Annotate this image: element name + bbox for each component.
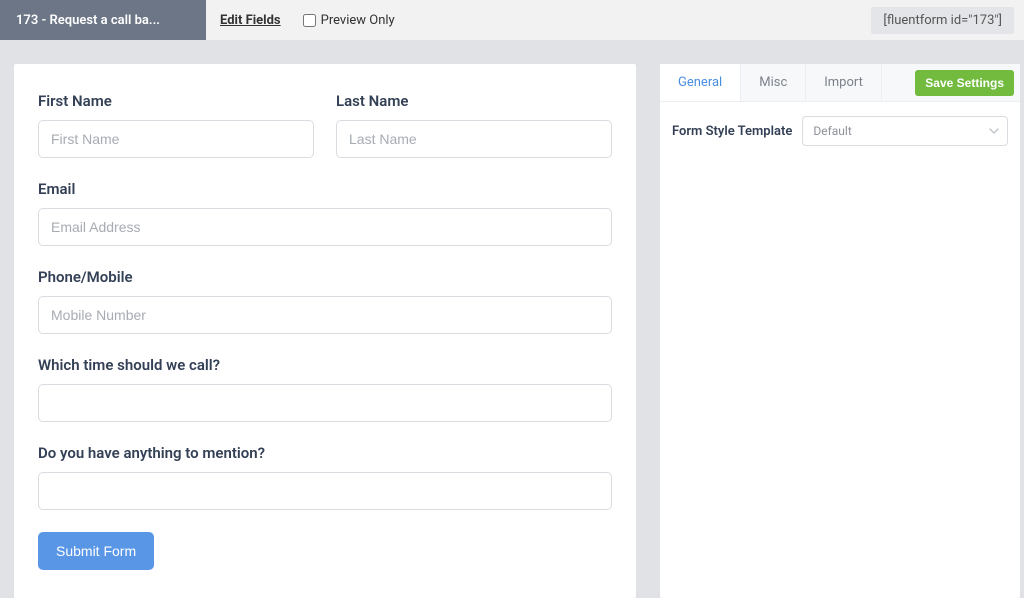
form-preview-card: First Name Last Name Email Phone/Mobile … [14,64,636,598]
form-style-label: Form Style Template [672,124,792,139]
time-input[interactable] [38,384,612,422]
mention-label: Do you have anything to mention? [38,444,612,462]
preview-only-checkbox[interactable] [303,14,316,27]
settings-panel: General Misc Import Save Settings Form S… [660,64,1020,598]
settings-tabs: General Misc Import Save Settings [660,64,1020,102]
shortcode-display[interactable]: [fluentform id="173"] [871,7,1014,34]
form-title: 173 - Request a call ba... [0,0,206,40]
preview-only-toggle[interactable]: Preview Only [303,13,395,28]
save-settings-button[interactable]: Save Settings [915,70,1014,96]
last-name-label: Last Name [336,92,612,110]
edit-fields-link[interactable]: Edit Fields [220,13,281,28]
tab-misc[interactable]: Misc [741,64,806,101]
top-bar: 173 - Request a call ba... Edit Fields P… [0,0,1024,40]
phone-label: Phone/Mobile [38,268,612,286]
tab-import[interactable]: Import [806,64,882,101]
submit-button[interactable]: Submit Form [38,532,154,570]
last-name-input[interactable] [336,120,612,158]
tab-general[interactable]: General [660,64,741,101]
email-input[interactable] [38,208,612,246]
email-label: Email [38,180,612,198]
time-label: Which time should we call? [38,356,612,374]
first-name-label: First Name [38,92,314,110]
mention-input[interactable] [38,472,612,510]
form-style-value: Default [813,124,851,138]
main-content: First Name Last Name Email Phone/Mobile … [0,40,1024,598]
settings-body: Form Style Template Default [660,102,1020,160]
first-name-input[interactable] [38,120,314,158]
phone-input[interactable] [38,296,612,334]
preview-only-label: Preview Only [321,13,395,28]
form-style-select-wrap: Default [802,116,1008,146]
form-style-select[interactable]: Default [802,116,1008,146]
